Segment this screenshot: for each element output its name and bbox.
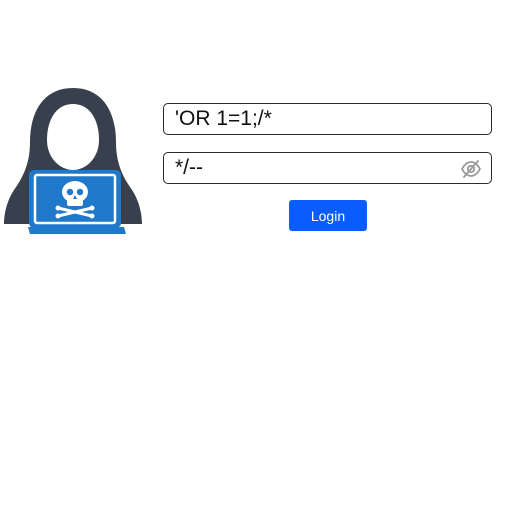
password-input[interactable]: [164, 153, 491, 183]
eye-slash-icon[interactable]: [460, 159, 482, 179]
username-input[interactable]: [164, 104, 491, 134]
login-button[interactable]: Login: [289, 200, 367, 231]
username-field[interactable]: [163, 103, 492, 135]
login-page: Login: [0, 0, 512, 512]
password-field[interactable]: [163, 152, 492, 184]
hooded-hacker-laptop-icon: [0, 84, 146, 238]
